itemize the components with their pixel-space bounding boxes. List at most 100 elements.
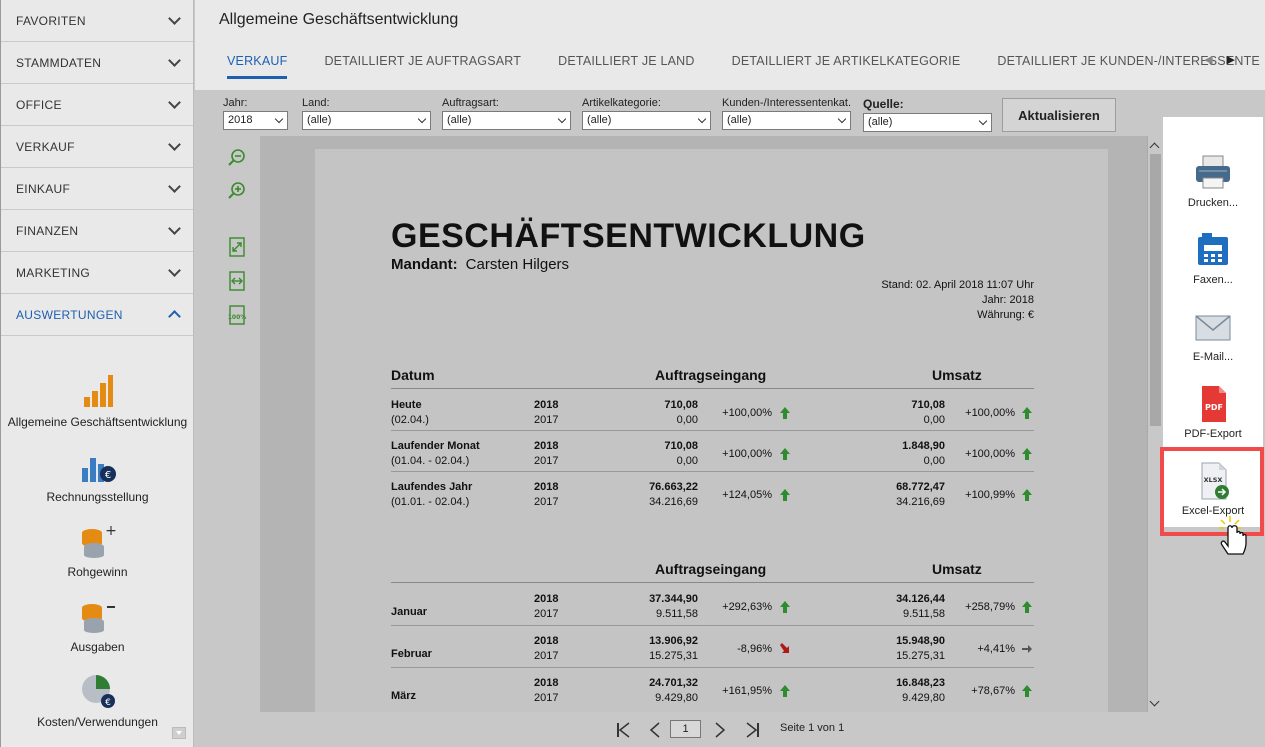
- viewer-toolstrip: 100%: [216, 136, 260, 712]
- filter-label: Kunden-/Interessentenkat.: [722, 97, 852, 109]
- tab-land[interactable]: DETAILLIERT JE LAND: [558, 54, 694, 79]
- fax-button[interactable]: Faxen...: [1163, 214, 1263, 290]
- row-sublabel: (01.04. - 02.04.): [391, 455, 470, 467]
- revenue-change: +100,00%: [965, 407, 1015, 419]
- row-year-previous: 2017: [534, 414, 559, 426]
- row-label: Heute: [391, 399, 422, 411]
- revenue-previous: 9.429,80: [902, 692, 945, 704]
- orders-previous: 0,00: [676, 455, 698, 467]
- report-label: Rechnungsstellung: [46, 490, 149, 504]
- refresh-button[interactable]: Aktualisieren: [1002, 98, 1116, 132]
- tab-bar: VERKAUF DETAILLIERT JE AUFTRAGSART DETAI…: [227, 54, 1265, 79]
- orders-previous: 0,00: [676, 414, 698, 426]
- nav-stammdaten[interactable]: STAMMDATEN: [1, 42, 193, 84]
- row-label: März: [391, 690, 417, 702]
- last-page-icon[interactable]: [746, 722, 760, 738]
- pie-euro-icon: €: [81, 675, 115, 708]
- nav-label: EINKAUF: [16, 181, 71, 196]
- source-select[interactable]: (alle): [863, 113, 992, 132]
- prev-page-icon[interactable]: [649, 722, 661, 738]
- row-year-current: 2018: [534, 593, 559, 605]
- fit-width-icon[interactable]: [227, 271, 247, 291]
- orders-current: 37.344,90: [649, 593, 698, 605]
- sidebar-scroll-down-button[interactable]: [172, 727, 186, 739]
- nav-einkauf[interactable]: EINKAUF: [1, 168, 193, 210]
- tab-auftragsart[interactable]: DETAILLIERT JE AUFTRAGSART: [324, 54, 521, 79]
- report-label: Rohgewinn: [67, 565, 128, 579]
- print-button[interactable]: Drucken...: [1163, 137, 1263, 213]
- tab-scroll-right-icon[interactable]: ▶: [1227, 53, 1235, 66]
- filter-year: Jahr: 2018: [223, 97, 288, 130]
- section-header-months: Auftragseingang Umsatz: [391, 561, 1034, 583]
- nav-label: STAMMDATEN: [16, 55, 102, 70]
- nav-auswertungen[interactable]: AUSWERTUNGEN: [1, 294, 193, 336]
- chevron-down-icon: [168, 95, 181, 109]
- svg-text:€: €: [105, 698, 111, 708]
- col-header-orders: Auftragseingang: [655, 367, 767, 383]
- zoom-in-icon[interactable]: [227, 181, 247, 201]
- orders-current: 710,08: [664, 399, 698, 411]
- report-item-kosten[interactable]: € Kosten/Verwendungen: [1, 660, 194, 735]
- table-row: Januar 2018 2017 37.344,90 9.511,58 +292,63% 3…: [391, 584, 1034, 626]
- nav-label: FINANZEN: [16, 223, 79, 238]
- svg-text:€: €: [104, 470, 110, 481]
- row-sublabel: (02.04.): [391, 414, 429, 426]
- report-item-rechnungsstellung[interactable]: € Rechnungsstellung: [1, 435, 194, 510]
- category-select[interactable]: (alle): [582, 111, 711, 130]
- scroll-up-icon[interactable]: [1149, 142, 1160, 153]
- section-header-periods: Datum Auftragseingang Umsatz: [391, 367, 1034, 389]
- pdf-export-button[interactable]: PDF PDF-Export: [1163, 368, 1263, 444]
- report-item-geschaeftsentwicklung[interactable]: Allgemeine Geschäftsentwicklung: [1, 360, 194, 435]
- zoom-100-icon[interactable]: 100%: [227, 305, 247, 325]
- orders-change: +100,00%: [722, 407, 772, 419]
- nav-finanzen[interactable]: FINANZEN: [1, 210, 193, 252]
- nav-office[interactable]: OFFICE: [1, 84, 193, 126]
- viewer-scrollbar[interactable]: [1147, 136, 1163, 712]
- nav-favoriten[interactable]: FAVORITEN: [1, 0, 193, 42]
- fit-page-icon[interactable]: [227, 237, 247, 257]
- report-item-rohgewinn[interactable]: + Rohgewinn: [1, 510, 194, 585]
- scroll-down-icon[interactable]: [1149, 696, 1160, 707]
- svg-text:+: +: [105, 523, 116, 539]
- report-label: Kosten/Verwendungen: [37, 715, 158, 729]
- revenue-previous: 0,00: [923, 455, 945, 467]
- orders-change: +124,05%: [722, 489, 772, 501]
- filter-category: Artikelkategorie: (alle): [582, 97, 711, 130]
- order-type-select[interactable]: (alle): [442, 111, 571, 130]
- revenue-previous: 0,00: [923, 414, 945, 426]
- report-item-ausgaben[interactable]: Ausgaben: [1, 585, 194, 660]
- filter-customer-category: Kunden-/Interessentenkat. (alle): [722, 97, 851, 130]
- report-meta: Stand: 02. April 2018 11:07 Uhr Jahr: 20…: [881, 278, 1034, 323]
- export-label: Drucken...: [1187, 197, 1239, 209]
- nav-verkauf[interactable]: VERKAUF: [1, 126, 193, 168]
- revenue-current: 68.772,47: [896, 481, 945, 493]
- tab-scroll-left-icon[interactable]: ◀: [1204, 53, 1212, 66]
- orders-change: +100,00%: [722, 448, 772, 460]
- tab-artikelkategorie[interactable]: DETAILLIERT JE ARTIKELKATEGORIE: [732, 54, 961, 79]
- revenue-change: +78,67%: [971, 685, 1015, 697]
- nav-marketing[interactable]: MARKETING: [1, 252, 193, 294]
- customer-category-select[interactable]: (alle): [722, 111, 851, 130]
- email-button[interactable]: E-Mail...: [1163, 291, 1263, 367]
- row-label: Januar: [391, 606, 428, 618]
- hand-cursor-icon: [1219, 516, 1247, 555]
- country-select[interactable]: (alle): [302, 111, 431, 130]
- first-page-icon[interactable]: [616, 722, 630, 738]
- page-number-input[interactable]: 1: [670, 720, 701, 738]
- orders-previous: 9.511,58: [655, 608, 698, 620]
- zoom-out-icon[interactable]: [227, 148, 247, 168]
- filter-country: Land: (alle): [302, 97, 431, 130]
- next-page-icon[interactable]: [714, 722, 726, 738]
- orders-current: 13.906,92: [649, 635, 698, 647]
- report-viewer: 100% GESCHÄFTSENTWICKLUNG Mandant: Carste…: [216, 136, 1163, 712]
- fax-icon: [1198, 233, 1228, 265]
- filter-bar: Jahr: 2018 Land: (alle) Auftragsart: (al…: [216, 90, 1264, 136]
- scroll-thumb[interactable]: [1150, 154, 1161, 426]
- sidebar: FAVORITEN STAMMDATEN OFFICE VERKAUF EINK…: [0, 0, 194, 747]
- page-info: Seite 1 von 1: [780, 722, 845, 734]
- tab-verkauf[interactable]: VERKAUF: [227, 54, 288, 79]
- orders-previous: 34.216,69: [649, 496, 698, 508]
- revenue-change: +100,00%: [965, 448, 1015, 460]
- year-select[interactable]: 2018: [223, 111, 288, 130]
- filter-label: Land:: [302, 97, 330, 109]
